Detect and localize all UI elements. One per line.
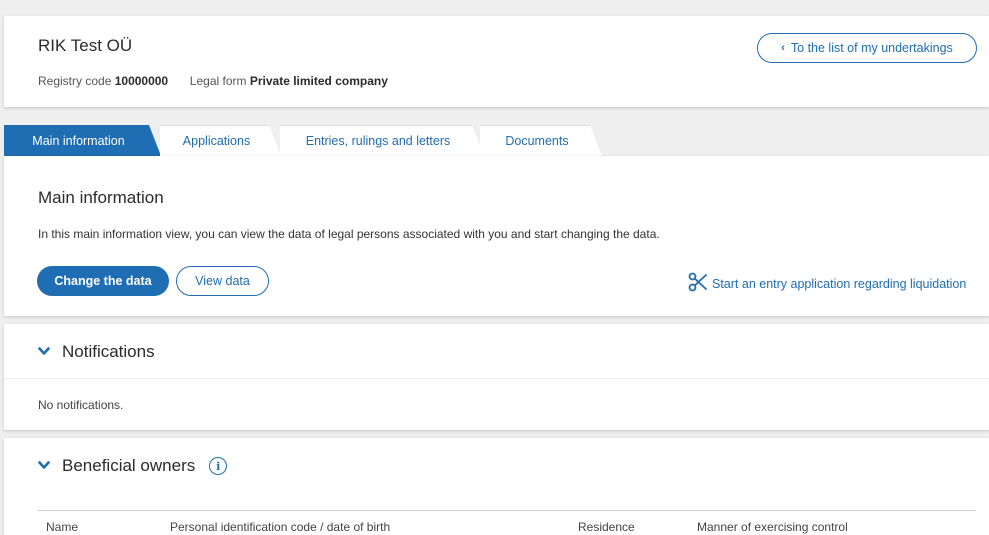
- tab-applications[interactable]: Applications: [160, 125, 281, 156]
- chevron-down-icon: [38, 457, 50, 475]
- view-data-button[interactable]: View data: [176, 266, 269, 296]
- tab-main-information[interactable]: Main information: [4, 125, 161, 156]
- tab-label: Documents: [505, 134, 569, 148]
- change-data-button[interactable]: Change the data: [37, 266, 169, 296]
- main-information-title: Main information: [38, 188, 164, 207]
- no-notifications-text: No notifications.: [38, 398, 124, 412]
- legal-form-label: Legal form: [189, 74, 247, 88]
- main-information-panel: Main information In this main informatio…: [4, 156, 989, 316]
- column-header-name: Name: [46, 520, 79, 534]
- scissors-icon: [688, 272, 708, 295]
- notifications-toggle[interactable]: Notifications: [38, 342, 155, 362]
- tab-label: Entries, rulings and letters: [305, 134, 451, 148]
- liquidation-link-label: Start an entry application regarding liq…: [712, 276, 967, 291]
- back-to-undertakings-button[interactable]: ‹ To the list of my undertakings: [757, 33, 977, 63]
- divider: [4, 378, 989, 379]
- beneficial-owners-toggle[interactable]: Beneficial owners i: [38, 456, 228, 476]
- column-header-residence: Residence: [578, 520, 635, 534]
- beneficial-owners-title: Beneficial owners: [62, 456, 196, 475]
- back-button-label: To the list of my undertakings: [790, 41, 953, 55]
- tab-label: Main information: [32, 133, 125, 148]
- column-header-control: Manner of exercising control: [697, 520, 848, 534]
- liquidation-application-link[interactable]: Start an entry application regarding liq…: [688, 272, 966, 295]
- tab-bar: Main information Applications Entries, r…: [4, 125, 989, 156]
- notifications-panel: Notifications No notifications.: [4, 324, 989, 430]
- beneficial-owners-panel: Beneficial owners i Name Personal identi…: [4, 438, 989, 535]
- tab-label: Applications: [182, 134, 251, 148]
- chevron-down-icon: [38, 343, 50, 361]
- company-meta: Registry code 10000000 Legal form Privat…: [38, 74, 388, 88]
- chevron-left-icon: ‹: [781, 42, 785, 54]
- company-name: RIK Test OÜ: [38, 36, 133, 55]
- registry-code-value: 10000000: [114, 74, 169, 88]
- notifications-title: Notifications: [62, 342, 155, 361]
- registry-code-label: Registry code: [38, 74, 112, 88]
- legal-form-value: Private limited company: [249, 74, 388, 88]
- table-top-border: [38, 510, 976, 511]
- company-header-card: RIK Test OÜ Registry code 10000000 Legal…: [4, 16, 989, 107]
- column-header-id-code: Personal identification code / date of b…: [170, 520, 391, 534]
- tab-documents[interactable]: Documents: [480, 125, 602, 156]
- tab-entries-rulings-letters[interactable]: Entries, rulings and letters: [280, 125, 484, 156]
- main-information-description: In this main information view, you can v…: [38, 227, 660, 241]
- info-icon[interactable]: i: [209, 457, 228, 475]
